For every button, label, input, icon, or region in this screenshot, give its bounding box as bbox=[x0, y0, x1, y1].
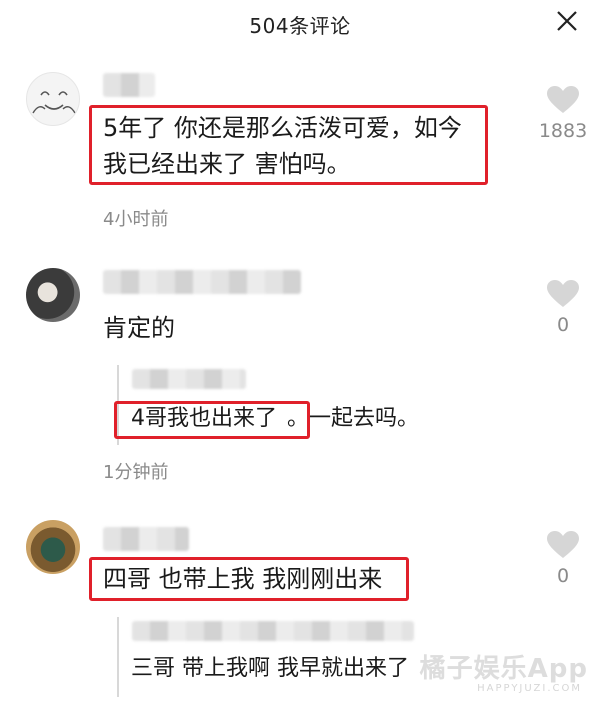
reply-username-blurred bbox=[132, 621, 414, 641]
doodle-avatar-icon bbox=[32, 91, 76, 114]
comment-text: 5年了 你还是那么活泼可爱，如今 bbox=[103, 114, 462, 142]
avatar[interactable] bbox=[26, 268, 80, 322]
heart-icon bbox=[547, 531, 579, 558]
reply-block bbox=[117, 617, 119, 697]
like-button[interactable]: 0 bbox=[533, 531, 593, 587]
comment-text: 我已经出来了 害怕吗。 bbox=[103, 150, 351, 178]
reply-username-blurred bbox=[132, 369, 246, 389]
comment-time: 1分钟前 bbox=[103, 462, 169, 483]
like-count: 1883 bbox=[538, 120, 588, 142]
avatar[interactable] bbox=[26, 520, 80, 574]
reply-text: 三哥 带上我啊 我早就出来了 bbox=[131, 656, 409, 681]
comment-count-title: 504条评论 bbox=[249, 14, 351, 38]
avatar[interactable] bbox=[26, 72, 80, 126]
username-blurred bbox=[103, 527, 189, 551]
reply-text: 。一起去吗。 bbox=[287, 406, 420, 431]
like-count: 0 bbox=[556, 314, 570, 336]
like-button[interactable]: 0 bbox=[533, 280, 593, 336]
username-blurred bbox=[103, 73, 155, 97]
watermark-url: HAPPYJUZI.COM bbox=[477, 683, 582, 694]
heart-icon bbox=[547, 86, 579, 113]
comment-text: 肯定的 bbox=[103, 314, 175, 342]
heart-icon bbox=[547, 280, 579, 307]
reply-text-emphasis: 4哥我也出来了 bbox=[131, 406, 277, 431]
watermark-logo: 橘子娱乐App bbox=[419, 654, 588, 684]
comment-text: 四哥 也带上我 我刚刚出来 bbox=[103, 565, 383, 593]
close-icon[interactable] bbox=[556, 10, 578, 32]
comment-time: 4小时前 bbox=[103, 209, 169, 230]
comments-header: 504条评论 bbox=[0, 0, 600, 44]
like-button[interactable]: 1883 bbox=[533, 86, 593, 142]
username-blurred bbox=[103, 270, 301, 294]
like-count: 0 bbox=[556, 565, 570, 587]
